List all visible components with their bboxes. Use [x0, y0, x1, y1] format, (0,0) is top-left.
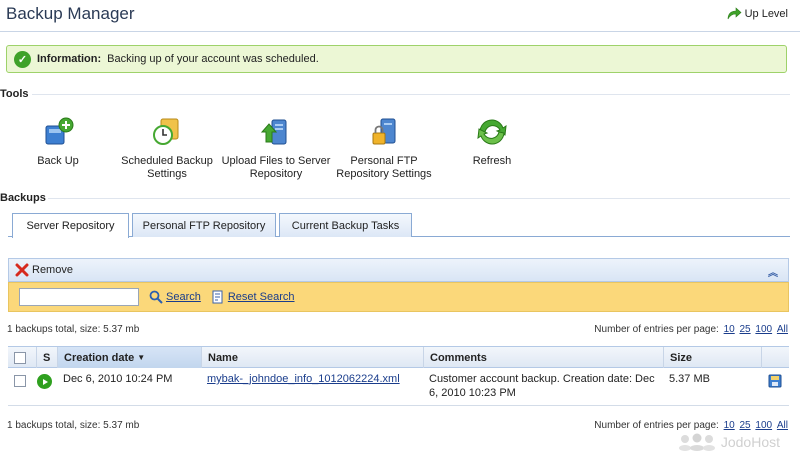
tool-back-up[interactable]: Back Up [0, 116, 118, 168]
reset-search-button[interactable]: Reset Search [211, 290, 295, 304]
tool-label: Scheduled Backup Settings [121, 155, 213, 180]
col-creation-date[interactable]: Creation date ▼ [57, 347, 201, 368]
search-label: Search [166, 291, 201, 303]
search-icon [149, 290, 163, 304]
per-page-label: Number of entries per page: [594, 420, 719, 431]
page-title: Backup Manager [6, 4, 135, 23]
search-input[interactable] [19, 288, 139, 306]
table-header: S Creation date ▼ Name Comments Size [8, 346, 789, 368]
up-level-button[interactable]: Up Level [726, 7, 788, 21]
row-comments: Customer account backup. Creation date: … [429, 373, 655, 399]
title-divider [0, 31, 800, 32]
per-page-option-10[interactable]: 10 [724, 420, 735, 431]
per-page-option-100[interactable]: 100 [755, 420, 772, 431]
backups-section-title: Backups [0, 192, 46, 204]
up-level-label: Up Level [744, 8, 788, 20]
reset-search-icon [212, 290, 223, 304]
tools-divider [32, 94, 790, 95]
backups-divider [48, 198, 790, 199]
col-size[interactable]: Size [663, 347, 761, 368]
restore-icon [768, 374, 782, 388]
info-message: ✓ Information: Backing up of your accoun… [6, 45, 787, 73]
backup-file-link[interactable]: mybak-_johndoe_info_1012062224.xml [207, 373, 400, 385]
search-button[interactable]: Search [149, 290, 201, 304]
entries-per-page: Number of entries per page: 10 25 100 Al… [594, 324, 788, 335]
reset-search-label: Reset Search [227, 291, 295, 303]
row-status [37, 374, 52, 389]
tools-section-title: Tools [0, 88, 29, 100]
tool-upload-files[interactable]: Upload Files to Server Repository [216, 116, 336, 181]
backups-table: S Creation date ▼ Name Comments Size Dec… [8, 346, 789, 406]
tool-label: Back Up [37, 155, 79, 167]
watermark: JodoHost [677, 433, 780, 451]
row-checkbox[interactable] [14, 375, 26, 387]
watermark-logo-icon [678, 433, 715, 451]
row-size: 5.37 MB [669, 373, 710, 385]
select-all-cell [8, 347, 36, 368]
ftp-settings-icon [372, 118, 396, 145]
backups-summary-bottom: 1 backups total, size: 5.37 mb [7, 420, 140, 431]
upload-icon [260, 119, 287, 145]
per-page-option-25[interactable]: 25 [740, 324, 751, 335]
tab-personal-ftp-repository[interactable]: Personal FTP Repository [132, 213, 276, 237]
watermark-text: JodoHost [720, 434, 780, 450]
entries-per-page-bottom: Number of entries per page: 10 25 100 Al… [594, 420, 788, 431]
tab-current-backup-tasks[interactable]: Current Backup Tasks [279, 213, 412, 237]
tool-label: Refresh [472, 155, 512, 167]
search-bar: Search Reset Search [8, 282, 789, 312]
table-row: Dec 6, 2010 10:24 PM mybak-_johndoe_info… [8, 368, 789, 406]
select-all-checkbox[interactable] [14, 351, 26, 364]
col-status[interactable]: S [36, 347, 57, 368]
per-page-option-all[interactable]: All [777, 324, 788, 335]
scheduled-backup-icon [153, 118, 179, 145]
tool-personal-ftp-settings[interactable]: Personal FTP Repository Settings [324, 116, 444, 181]
remove-button[interactable]: Remove [15, 263, 73, 277]
per-page-option-25[interactable]: 25 [740, 420, 751, 431]
success-check-icon: ✓ [14, 50, 31, 68]
per-page-label: Number of entries per page: [594, 324, 719, 335]
per-page-option-all[interactable]: All [777, 420, 788, 431]
backup-icon [45, 117, 74, 145]
row-restore[interactable] [767, 373, 783, 393]
refresh-icon [477, 119, 507, 145]
col-name[interactable]: Name [201, 347, 423, 368]
status-ok-icon [37, 374, 52, 389]
sort-desc-icon: ▼ [137, 353, 146, 362]
row-checkbox-cell [14, 375, 26, 391]
remove-x-icon [15, 263, 29, 277]
tool-refresh[interactable]: Refresh [432, 116, 552, 168]
row-file-name[interactable]: mybak-_johndoe_info_1012062224.xml [207, 372, 400, 386]
list-toolbar: Remove ︽ [8, 258, 789, 282]
tab-server-repository[interactable]: Server Repository [12, 213, 129, 238]
info-text: Backing up of your account was scheduled… [107, 53, 319, 65]
info-label: Information: [37, 53, 102, 65]
row-creation-date: Dec 6, 2010 10:24 PM [63, 373, 173, 385]
backups-summary: 1 backups total, size: 5.37 mb [7, 324, 140, 335]
col-actions [761, 347, 789, 368]
per-page-option-100[interactable]: 100 [755, 324, 772, 335]
per-page-option-10[interactable]: 10 [724, 324, 735, 335]
tool-label: Personal FTP Repository Settings [336, 155, 432, 180]
col-creation-date-label: Creation date [64, 351, 135, 364]
remove-label: Remove [32, 264, 73, 276]
col-comments[interactable]: Comments [423, 347, 663, 368]
up-level-icon [727, 7, 742, 20]
tool-scheduled-backup-settings[interactable]: Scheduled Backup Settings [107, 116, 227, 181]
tool-label: Upload Files to Server Repository [221, 155, 331, 180]
collapse-chevron-icon[interactable]: ︽ [768, 264, 778, 279]
